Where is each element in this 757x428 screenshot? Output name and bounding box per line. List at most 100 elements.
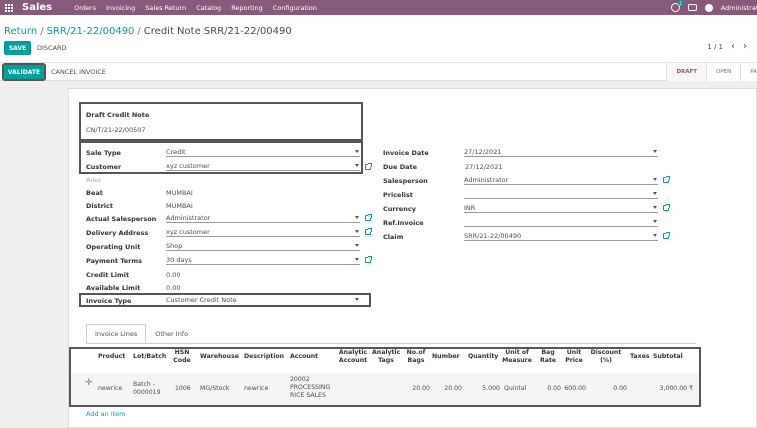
activity-icon[interactable]: 1 [670, 0, 684, 12]
due-date-label: Due Date [383, 163, 417, 171]
salesperson-label: Salesperson [383, 177, 428, 185]
beat-value: MUMBAI [166, 189, 193, 197]
operating-unit-field[interactable]: Shop [166, 241, 360, 251]
actual-salesperson-field[interactable]: Administrator [166, 213, 360, 223]
col-discount[interactable]: Discount (%) [590, 349, 622, 365]
col-lot-batch[interactable]: Lot/Batch [133, 353, 166, 361]
state-pipeline: DRAFT OPEN PA [666, 63, 757, 81]
col-quantity[interactable]: Quantity [468, 353, 498, 361]
claim-field[interactable]: SRR/21-22/00490 [464, 231, 658, 241]
cell-no-of-bags[interactable]: 20.00 [408, 385, 430, 393]
state-paid[interactable]: PA [740, 63, 757, 81]
state-open[interactable]: OPEN [706, 63, 741, 81]
col-hsn-code[interactable]: HSN Code [173, 349, 191, 365]
pricelist-field[interactable] [464, 189, 658, 199]
discard-button[interactable]: DISCARD [37, 41, 67, 55]
cell-description[interactable]: newrice [244, 385, 268, 393]
invoice-type-highlight-box [79, 293, 371, 307]
currency-external-link-icon[interactable] [663, 204, 670, 211]
drag-handle-icon[interactable]: ✛ [85, 378, 93, 388]
customer-external-link-icon[interactable] [365, 163, 372, 170]
cell-account[interactable]: 20002 PROCESSING RICE SALES [290, 376, 342, 400]
menu-reporting[interactable]: Reporting [231, 4, 263, 12]
systray: 1 Administrator [670, 0, 757, 15]
col-account[interactable]: Account [290, 353, 318, 361]
cell-unit-of-measure[interactable]: Quintal [504, 385, 526, 393]
pager: 1 / 1 ‹ › [707, 42, 747, 52]
activity-badge: 1 [677, 0, 684, 6]
cell-unit-price[interactable]: 600.00 [562, 385, 586, 393]
cell-warehouse[interactable]: MG/Stock [200, 385, 229, 393]
pager-value[interactable]: 1 / 1 [707, 43, 723, 51]
breadcrumb-return-record[interactable]: SRR/21-22/00490 [47, 26, 135, 37]
breadcrumb-return[interactable]: Return [4, 26, 37, 37]
col-subtotal[interactable]: Subtotal [653, 353, 683, 361]
menu-catalog[interactable]: Catalog [196, 4, 221, 12]
currency-field[interactable]: INR [464, 203, 658, 213]
invoice-date-field[interactable]: 27/12/2021 [464, 147, 658, 157]
cell-bag-rate[interactable]: 0.00 [541, 385, 561, 393]
table-row[interactable] [71, 373, 699, 405]
tab-invoice-lines[interactable]: Invoice Lines [86, 324, 147, 344]
cell-quantity[interactable]: 5.000 [472, 385, 500, 393]
salesperson-field[interactable]: Administrator [464, 175, 658, 185]
col-bag-rate[interactable]: Bag Rate [540, 349, 556, 365]
col-no-of-bags[interactable]: No.of Bags [404, 349, 428, 365]
breadcrumb-current: Credit Note SRR/21-22/00490 [143, 26, 292, 37]
claim-label: Claim [383, 233, 404, 241]
menu-invoicing[interactable]: Invoicing [106, 4, 135, 12]
chevron-down-icon [355, 244, 359, 247]
pager-prev-icon[interactable]: ‹ [731, 42, 735, 52]
actual-salesperson-external-link-icon[interactable] [365, 214, 372, 221]
col-taxes[interactable]: Taxes [630, 353, 649, 361]
col-description[interactable]: Description [244, 353, 284, 361]
cell-number[interactable]: 20.00 [437, 385, 462, 393]
delivery-address-external-link-icon[interactable] [365, 228, 372, 235]
col-number[interactable]: Number [432, 353, 460, 361]
col-analytic-account[interactable]: Analytic Account [338, 349, 368, 365]
menu-sales-return[interactable]: Sales Return [145, 4, 186, 12]
currency-label: Currency [383, 205, 416, 213]
cell-product[interactable]: newrice [98, 385, 122, 393]
cell-hsn-code[interactable]: 1006 [175, 385, 191, 393]
chat-icon[interactable] [687, 4, 697, 11]
breadcrumb: Return / SRR/21-22/00490/Credit Note SRR/2… [4, 26, 292, 37]
payment-terms-field[interactable]: 30 days [166, 255, 360, 265]
notebook-tabs: Invoice Lines Other Info [86, 324, 197, 344]
col-analytic-tags[interactable]: Analytic Tags [372, 349, 400, 365]
available-limit-label: Available Limit [86, 284, 141, 292]
ref-invoice-field[interactable] [464, 217, 658, 227]
delivery-address-field[interactable]: xyz customer [166, 227, 360, 237]
cell-subtotal[interactable]: 3,000.00 ₹ [651, 385, 693, 393]
district-label: District [86, 202, 113, 210]
user-name[interactable]: Administrator [721, 4, 757, 12]
col-product[interactable]: Product [98, 353, 125, 361]
operating-unit-label: Operating Unit [86, 243, 141, 251]
payment-terms-value: 30 days [166, 255, 192, 264]
currency-value: INR [464, 203, 476, 212]
col-unit-of-measure[interactable]: Unit of Measure [501, 349, 533, 365]
operating-unit-value: Shop [166, 241, 183, 250]
col-unit-price[interactable]: Unit Price [565, 349, 583, 365]
state-draft: DRAFT [666, 63, 707, 81]
pager-next-icon[interactable]: › [743, 42, 747, 52]
col-warehouse[interactable]: Warehouse [200, 353, 239, 361]
tab-other-info[interactable]: Other Info [146, 324, 197, 344]
validate-button[interactable]: VALIDATE [2, 63, 46, 81]
menu-orders[interactable]: Orders [74, 4, 96, 12]
avatar[interactable] [704, 3, 713, 12]
salesperson-external-link-icon[interactable] [663, 176, 670, 183]
credit-limit-label: Credit Limit [86, 271, 130, 279]
payment-terms-external-link-icon[interactable] [365, 256, 372, 263]
cancel-invoice-button[interactable]: CANCEL INVOICE [51, 65, 106, 79]
add-item-link[interactable]: Add an item [86, 410, 126, 418]
cell-discount[interactable]: 0.00 [607, 385, 627, 393]
beat-label: Beat [86, 189, 103, 197]
save-button[interactable]: SAVE [4, 41, 31, 55]
apps-menu-icon[interactable] [2, 0, 16, 15]
cell-lot-batch[interactable]: Batch - 0000019 [133, 381, 163, 397]
claim-external-link-icon[interactable] [663, 232, 670, 239]
payment-terms-label: Payment Terms [86, 257, 143, 265]
control-panel: Return / SRR/21-22/00490/Credit Note SRR/2… [0, 15, 757, 81]
menu-configuration[interactable]: Configuration [273, 4, 317, 12]
